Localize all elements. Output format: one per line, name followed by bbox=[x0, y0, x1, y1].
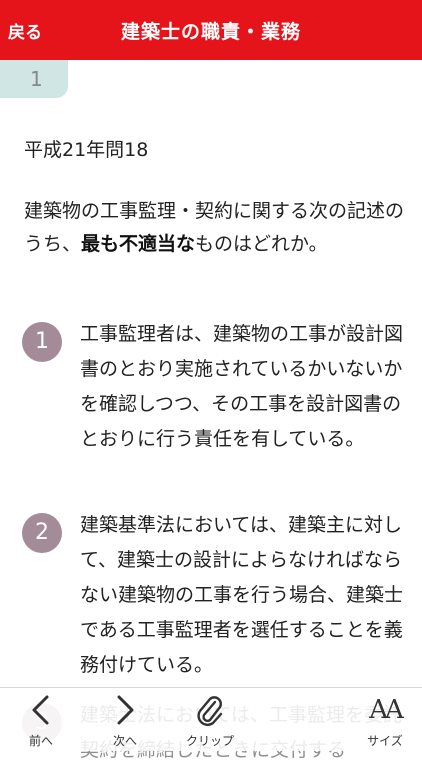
choice-number-badge: 1 bbox=[22, 322, 62, 362]
choice-text: 建築基準法においては、建築主に対して、建築士の設計によらなければならない建築物の… bbox=[80, 514, 404, 676]
next-button[interactable]: 次へ bbox=[90, 694, 160, 750]
font-size-icon: AA bbox=[369, 695, 404, 725]
next-label: 次へ bbox=[112, 734, 137, 748]
page-title: 建築士の職責・業務 bbox=[120, 21, 301, 43]
chevron-left-icon bbox=[32, 695, 49, 725]
font-size-button[interactable]: AA サイズ bbox=[350, 694, 420, 750]
question-number-tab: 1 bbox=[0, 60, 68, 98]
question-text: 建築物の工事監理・契約に関する次の記述のうち、最も不適当なものはどれか。 bbox=[24, 195, 404, 261]
clip-button[interactable]: クリップ bbox=[175, 694, 245, 750]
clip-label: クリップ bbox=[185, 734, 234, 748]
chevron-right-icon bbox=[117, 695, 134, 725]
choice-text: 工事監理者は、建築物の工事が設計図書のとおり実施されているかいないかを確認しつつ… bbox=[80, 323, 404, 450]
exam-label: 平成21年問18 bbox=[24, 139, 149, 161]
choice-number-badge: 2 bbox=[22, 513, 62, 553]
size-label: サイズ bbox=[367, 734, 403, 748]
question-emphasis: 最も不適当な bbox=[81, 233, 196, 255]
question-text-after: ものはどれか。 bbox=[195, 233, 328, 255]
header-bar: 戻る 建築士の職責・業務 bbox=[0, 0, 422, 60]
bottom-toolbar: 前へ 次へ クリップ AA サイズ bbox=[0, 687, 422, 751]
prev-button[interactable]: 前へ bbox=[6, 694, 76, 750]
prev-label: 前へ bbox=[28, 734, 53, 748]
paperclip-icon bbox=[197, 696, 223, 726]
